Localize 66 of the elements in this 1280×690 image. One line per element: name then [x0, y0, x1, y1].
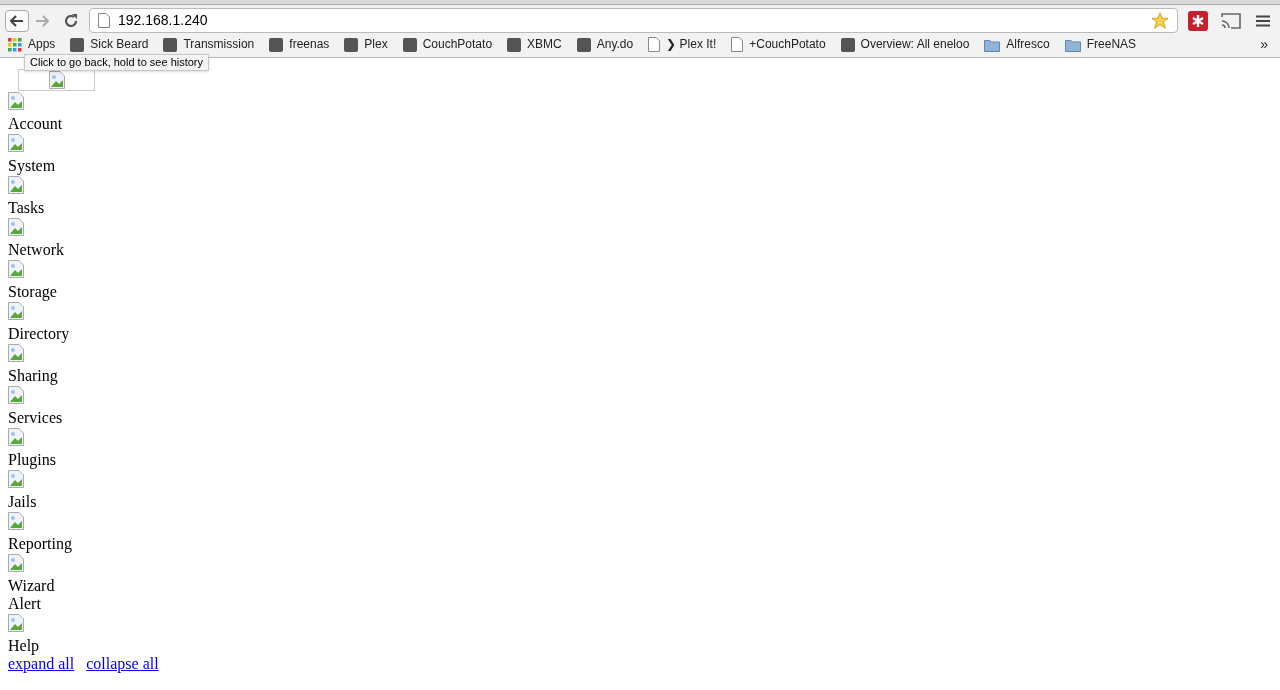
- star-icon[interactable]: [1151, 11, 1169, 30]
- cast-icon[interactable]: [1220, 11, 1242, 30]
- menu-item[interactable]: Reporting: [8, 535, 72, 553]
- bookmark-link[interactable]: ❯ Plex It!: [666, 37, 717, 52]
- site-icon: [269, 37, 284, 52]
- broken-image-icon: [8, 92, 24, 110]
- site-icon: [507, 37, 522, 52]
- tooltip: Click to go back, hold to see history: [24, 54, 210, 71]
- menu-icon[interactable]: [1256, 14, 1270, 27]
- broken-image-icon: [48, 71, 65, 89]
- broken-image-icon: [8, 470, 24, 488]
- bookmark-link[interactable]: freenas: [289, 37, 330, 52]
- bookmark-link[interactable]: Overview: All eneloo: [860, 37, 970, 52]
- site-icon: [576, 37, 591, 52]
- page-icon: [98, 13, 110, 28]
- page-icon: [731, 37, 744, 52]
- page-icon: [648, 37, 661, 52]
- broken-image-icon: [8, 428, 24, 446]
- menu-item[interactable]: Help: [8, 637, 40, 655]
- menu-item[interactable]: Services: [8, 409, 63, 427]
- address-bar[interactable]: 192.168.1.240: [89, 8, 1178, 33]
- broken-image-icon: [8, 512, 24, 530]
- apps-grid-icon: [8, 37, 22, 52]
- bookmark-link[interactable]: XBMC: [527, 37, 562, 52]
- site-icon: [344, 37, 359, 52]
- back-button[interactable]: [5, 9, 29, 32]
- menu-item[interactable]: Jails: [8, 493, 37, 511]
- broken-image-icon: [8, 386, 24, 404]
- broken-image-icon: [8, 134, 24, 152]
- menu-item[interactable]: Storage: [8, 283, 57, 301]
- reload-icon[interactable]: [63, 12, 79, 29]
- extension-icon[interactable]: [1188, 10, 1208, 31]
- menu-item[interactable]: Plugins: [8, 451, 56, 469]
- more-bookmarks-button[interactable]: »: [1260, 37, 1272, 52]
- bookmark-link[interactable]: CouchPotato: [422, 37, 493, 52]
- menu-item[interactable]: Account: [8, 115, 63, 133]
- bookmark-link[interactable]: Alfresco: [1006, 37, 1050, 52]
- bookmark-link[interactable]: Transmission: [183, 37, 255, 52]
- site-icon: [840, 37, 855, 52]
- site-icon: [70, 37, 85, 52]
- tree-link[interactable]: collapse all: [86, 655, 159, 673]
- broken-image-icon: [8, 302, 24, 320]
- bookmark-link[interactable]: Sick Beard: [90, 37, 149, 52]
- broken-image-icon: [8, 554, 24, 572]
- tree-link[interactable]: expand all: [8, 655, 75, 673]
- menu-item[interactable]: Alert: [8, 595, 41, 613]
- menu-item[interactable]: Tasks: [8, 199, 45, 217]
- bookmark-link[interactable]: Plex: [364, 37, 388, 52]
- address-text: 192.168.1.240: [118, 11, 208, 30]
- menu-item[interactable]: Sharing: [8, 367, 58, 385]
- menu-item[interactable]: System: [8, 157, 56, 175]
- broken-image-icon: [8, 176, 24, 194]
- broken-image-icon: [8, 260, 24, 278]
- back-arrow-icon: [10, 14, 24, 27]
- site-icon: [163, 37, 178, 52]
- broken-image-icon: [8, 218, 24, 236]
- bookmark-link[interactable]: +CouchPotato: [749, 37, 826, 52]
- menu-item[interactable]: Directory: [8, 325, 70, 343]
- broken-image-icon: [8, 344, 24, 362]
- bookmark-link[interactable]: Any.do: [596, 37, 634, 52]
- menu-item[interactable]: Wizard: [8, 577, 55, 595]
- site-icon: [402, 37, 417, 52]
- broken-image-icon: [8, 614, 24, 632]
- menu-item[interactable]: Network: [8, 241, 64, 259]
- bookmark-link[interactable]: FreeNAS: [1086, 37, 1137, 52]
- bookmark-link[interactable]: Apps: [28, 37, 56, 52]
